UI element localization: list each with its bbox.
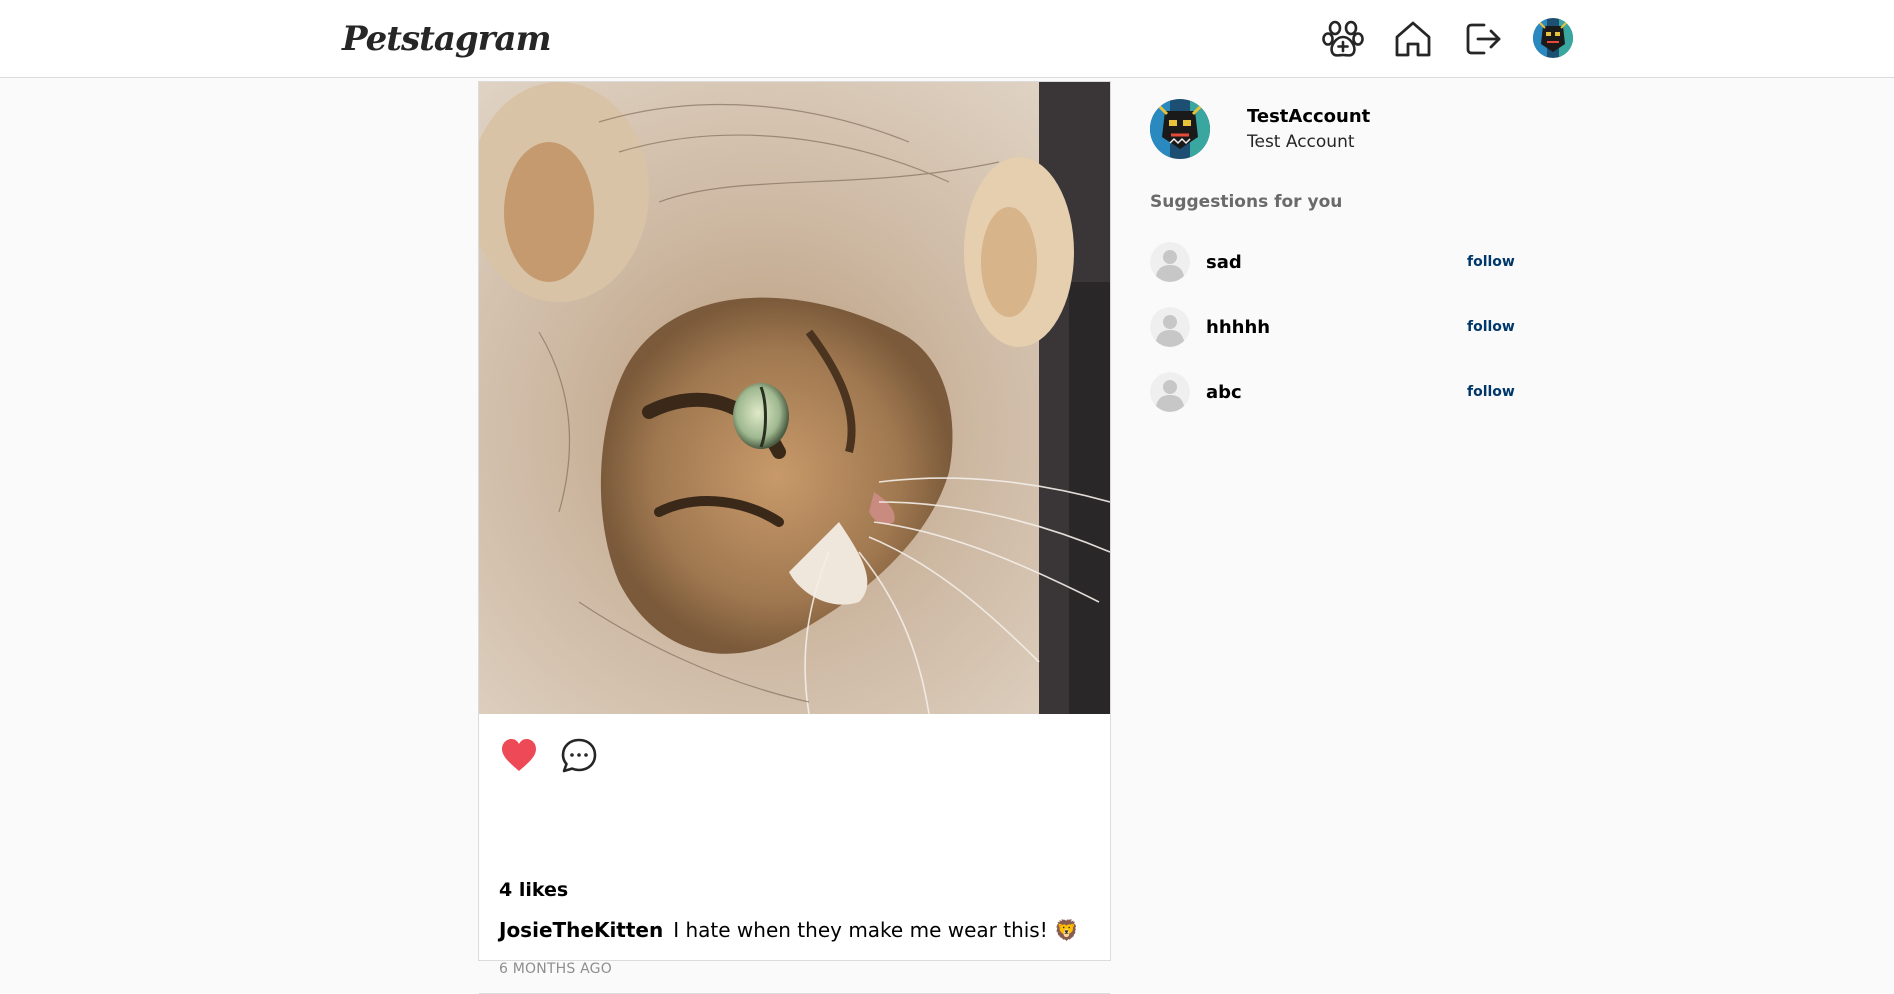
suggestion-name[interactable]: hhhhh bbox=[1206, 317, 1270, 338]
suggestion-item: abc follow bbox=[1150, 372, 1520, 414]
paw-add-icon[interactable] bbox=[1322, 18, 1364, 60]
default-avatar-icon[interactable] bbox=[1150, 242, 1190, 282]
suggestions-title: Suggestions for you bbox=[1150, 192, 1343, 212]
default-avatar-icon[interactable] bbox=[1150, 307, 1190, 347]
post-image[interactable] bbox=[479, 82, 1110, 714]
home-icon[interactable] bbox=[1392, 18, 1434, 60]
default-avatar-icon[interactable] bbox=[1150, 372, 1190, 412]
heart-icon[interactable] bbox=[499, 736, 539, 776]
top-header: Petstagram bbox=[0, 0, 1894, 78]
follow-button[interactable]: follow bbox=[1467, 319, 1515, 335]
suggestion-name[interactable]: abc bbox=[1206, 382, 1242, 403]
profile-avatar[interactable] bbox=[1150, 99, 1210, 159]
follow-button[interactable]: follow bbox=[1467, 384, 1515, 400]
suggestion-item: sad follow bbox=[1150, 242, 1520, 284]
post-author[interactable]: JosieTheKitten bbox=[499, 918, 663, 942]
suggestion-name[interactable]: sad bbox=[1206, 252, 1242, 273]
suggestion-item: hhhhh follow bbox=[1150, 307, 1520, 349]
caption-text: I hate when they make me wear this! 🦁 bbox=[673, 918, 1079, 942]
post-caption: JosieTheKitten I hate when they make me w… bbox=[499, 918, 1079, 942]
post-card: 4 likes JosieTheKitten I hate when they m… bbox=[478, 81, 1111, 994]
comment-icon[interactable] bbox=[559, 736, 599, 776]
profile-fullname: Test Account bbox=[1247, 132, 1355, 152]
follow-button[interactable]: follow bbox=[1467, 254, 1515, 270]
profile-username[interactable]: TestAccount bbox=[1247, 106, 1370, 127]
likes-count[interactable]: 4 likes bbox=[499, 879, 568, 901]
avatar[interactable] bbox=[1533, 18, 1573, 58]
logout-icon[interactable] bbox=[1462, 18, 1504, 60]
post-timestamp: 6 MONTHS AGO bbox=[499, 961, 612, 977]
app-logo[interactable]: Petstagram bbox=[342, 14, 552, 64]
